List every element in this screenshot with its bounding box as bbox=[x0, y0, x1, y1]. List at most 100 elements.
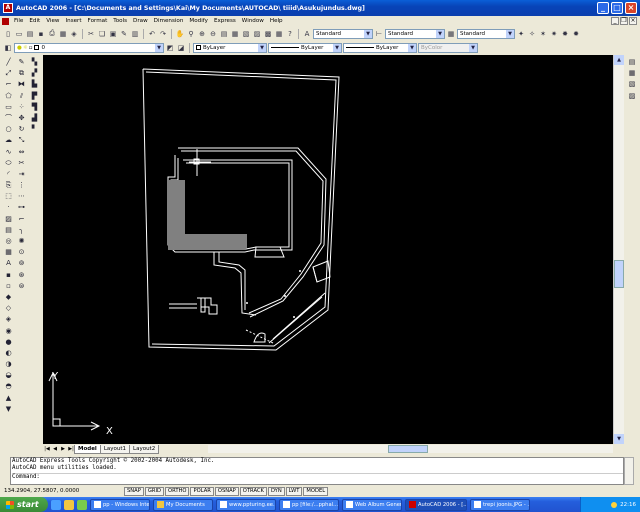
start-button[interactable]: start bbox=[0, 497, 48, 512]
task-autocad[interactable]: AutoCAD 2006 - [... bbox=[405, 498, 467, 511]
lineweight-select[interactable]: ByLayer ▼ bbox=[343, 42, 417, 53]
toolbar-extra-icon-6[interactable]: ✹ bbox=[571, 29, 581, 39]
horizontal-scroll-thumb[interactable] bbox=[388, 445, 428, 453]
drawing-area[interactable]: Y X bbox=[43, 55, 613, 444]
polyline-icon[interactable]: ⌐ bbox=[3, 79, 14, 89]
modify-extra-icon-1[interactable]: ⊙ bbox=[16, 247, 27, 257]
layer-previous-icon[interactable]: ◪ bbox=[176, 43, 186, 53]
pan-icon[interactable]: ✋ bbox=[175, 29, 185, 39]
right-tool-icon-1[interactable]: ▤ bbox=[627, 57, 638, 67]
erase-icon[interactable]: ✎ bbox=[16, 57, 27, 67]
ellipse-icon[interactable]: ⬭ bbox=[3, 158, 14, 168]
revcloud-icon[interactable]: ☁ bbox=[3, 135, 14, 145]
tool-palettes-icon[interactable]: ▧ bbox=[241, 29, 251, 39]
right-tool-icon-4[interactable]: ▨ bbox=[627, 91, 638, 101]
line-icon[interactable]: ╱ bbox=[3, 57, 14, 67]
menu-tools[interactable]: Tools bbox=[110, 18, 130, 24]
redo-icon[interactable]: ↷ bbox=[158, 29, 168, 39]
bring-above-icon[interactable]: ▛ bbox=[29, 91, 40, 101]
make-block-icon[interactable]: ⬚ bbox=[3, 191, 14, 201]
quicklaunch-desktop-icon[interactable] bbox=[64, 499, 74, 510]
grid-toggle[interactable]: GRID bbox=[144, 486, 165, 496]
draw-extra-icon-11[interactable]: ◓ bbox=[3, 381, 14, 391]
vertical-scrollbar[interactable]: ▲ ▼ bbox=[613, 55, 624, 444]
region-icon[interactable]: ◎ bbox=[3, 236, 14, 246]
sheet-set-icon[interactable]: ▨ bbox=[252, 29, 262, 39]
mtext-icon[interactable]: A bbox=[3, 258, 14, 268]
plotstyle-select[interactable]: ByColor ▼ bbox=[418, 42, 478, 53]
insert-block-icon[interactable]: ⎘ bbox=[3, 180, 14, 190]
cut-icon[interactable]: ✂ bbox=[86, 29, 96, 39]
document-icon[interactable] bbox=[2, 17, 9, 25]
stretch-icon[interactable]: ⇔ bbox=[16, 147, 27, 157]
clock[interactable]: 22:16 bbox=[620, 502, 636, 508]
right-tool-icon-2[interactable]: ▦ bbox=[627, 68, 638, 78]
tab-prev-icon[interactable]: ◀ bbox=[51, 445, 59, 453]
text-style-select[interactable]: Standard ▼ bbox=[313, 28, 373, 39]
ortho-toggle[interactable]: ORTHO bbox=[165, 486, 190, 496]
menu-view[interactable]: View bbox=[43, 18, 62, 24]
paste-icon[interactable]: ▣ bbox=[108, 29, 118, 39]
task-my-documents[interactable]: My Documents bbox=[153, 498, 213, 511]
task-ppturing[interactable]: www.ppturing.ee... bbox=[216, 498, 276, 511]
qnew-icon[interactable]: ▭ bbox=[14, 29, 24, 39]
dim-style-select[interactable]: Standard ▼ bbox=[385, 28, 445, 39]
osnap-toggle[interactable]: OSNAP bbox=[214, 486, 239, 496]
modify-extra-icon-4[interactable]: ⊜ bbox=[16, 281, 27, 291]
draw-extra-icon-8[interactable]: ◐ bbox=[3, 348, 14, 358]
model-toggle[interactable]: MODEL bbox=[303, 486, 329, 496]
send-to-back-icon[interactable]: ▙ bbox=[29, 79, 40, 89]
snap-toggle[interactable]: SNAP bbox=[124, 486, 144, 496]
task-web-album[interactable]: Web Album Gener... bbox=[342, 498, 402, 511]
toolbar-extra-icon-4[interactable]: ✷ bbox=[549, 29, 559, 39]
gradient-icon[interactable]: ▤ bbox=[3, 225, 14, 235]
horizontal-scrollbar[interactable] bbox=[208, 445, 613, 453]
rotate-icon[interactable]: ↻ bbox=[16, 124, 27, 134]
toolbar-extra-icon-1[interactable]: ✦ bbox=[516, 29, 526, 39]
menu-insert[interactable]: Insert bbox=[63, 18, 85, 24]
toolbar-extra-icon-2[interactable]: ✧ bbox=[527, 29, 537, 39]
circle-icon[interactable]: ○ bbox=[3, 124, 14, 134]
dyn-toggle[interactable]: DYN bbox=[267, 486, 285, 496]
menu-express[interactable]: Express bbox=[211, 18, 239, 24]
help-icon[interactable]: ? bbox=[285, 29, 295, 39]
color-select[interactable]: ByLayer ▼ bbox=[193, 42, 267, 53]
right-tool-icon-3[interactable]: ▧ bbox=[627, 79, 638, 89]
lwt-toggle[interactable]: LWT bbox=[285, 486, 303, 496]
autocad-app-icon[interactable]: A bbox=[3, 3, 13, 13]
toolbar-extra-icon-3[interactable]: ✶ bbox=[538, 29, 548, 39]
zoom-window-icon[interactable]: ⊕ bbox=[197, 29, 207, 39]
menu-dimension[interactable]: Dimension bbox=[151, 18, 187, 24]
fillet-icon[interactable]: ╮ bbox=[16, 225, 27, 235]
menu-modify[interactable]: Modify bbox=[186, 18, 211, 24]
open-icon[interactable]: ▤ bbox=[25, 29, 35, 39]
trim-icon[interactable]: ✂ bbox=[16, 158, 27, 168]
coordinate-readout[interactable]: 134.2904, 27.5807, 0.0000 bbox=[0, 488, 124, 494]
menu-window[interactable]: Window bbox=[239, 18, 267, 24]
doc-close-button[interactable]: × bbox=[629, 17, 637, 25]
match-properties-icon[interactable]: ✎ bbox=[119, 29, 129, 39]
scroll-down-button[interactable]: ▼ bbox=[614, 434, 624, 444]
plot-icon[interactable]: ⎙ bbox=[47, 29, 57, 39]
maximize-button[interactable]: □ bbox=[611, 2, 623, 14]
copy-icon[interactable]: ❏ bbox=[97, 29, 107, 39]
tab-layout2[interactable]: Layout2 bbox=[129, 444, 160, 454]
array-icon[interactable]: ⁘ bbox=[16, 102, 27, 112]
tab-first-icon[interactable]: |◀ bbox=[43, 445, 51, 453]
draw-extra-icon-3[interactable]: ◆ bbox=[3, 292, 14, 302]
join-icon[interactable]: ⊶ bbox=[16, 202, 27, 212]
rectangle-icon[interactable]: ▭ bbox=[3, 102, 14, 112]
publish-icon[interactable]: ◈ bbox=[69, 29, 79, 39]
mirror-icon[interactable]: ⧓ bbox=[16, 79, 27, 89]
draw-extra-icon-13[interactable]: ▼ bbox=[3, 404, 14, 414]
table-style-select[interactable]: Standard ▼ bbox=[457, 28, 515, 39]
draw-extra-icon-4[interactable]: ◇ bbox=[3, 303, 14, 313]
zoom-previous-icon[interactable]: ⊖ bbox=[208, 29, 218, 39]
draw-extra-icon-6[interactable]: ◉ bbox=[3, 326, 14, 336]
undo-icon[interactable]: ↶ bbox=[147, 29, 157, 39]
plot-preview-icon[interactable]: ▦ bbox=[58, 29, 68, 39]
hatch-icon[interactable]: ▨ bbox=[3, 214, 14, 224]
layer-manager-icon[interactable]: ◧ bbox=[3, 43, 13, 53]
properties-icon[interactable]: ▤ bbox=[219, 29, 229, 39]
polar-toggle[interactable]: POLAR bbox=[190, 486, 214, 496]
